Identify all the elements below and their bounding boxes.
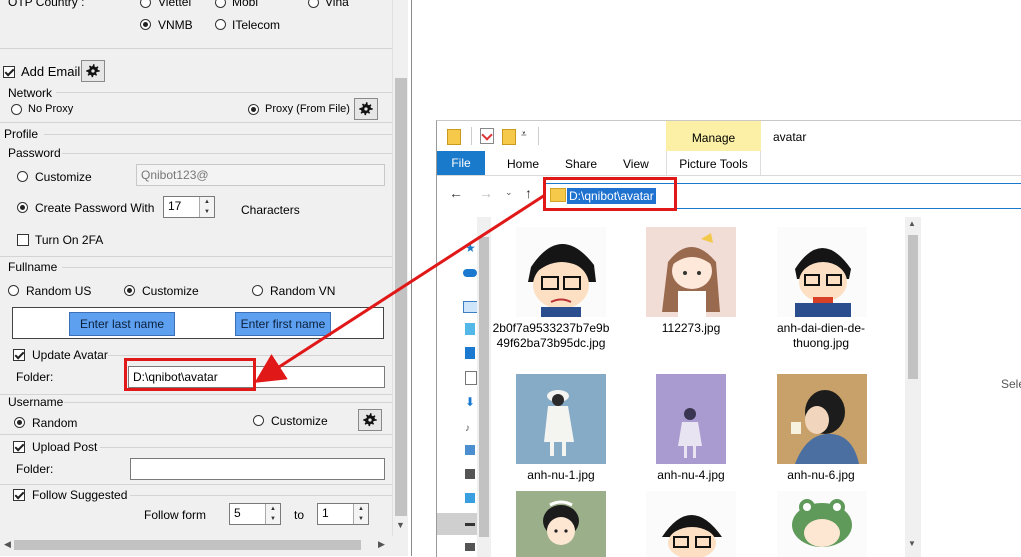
annotation-arrow — [254, 193, 546, 383]
arrow-line — [254, 193, 546, 383]
